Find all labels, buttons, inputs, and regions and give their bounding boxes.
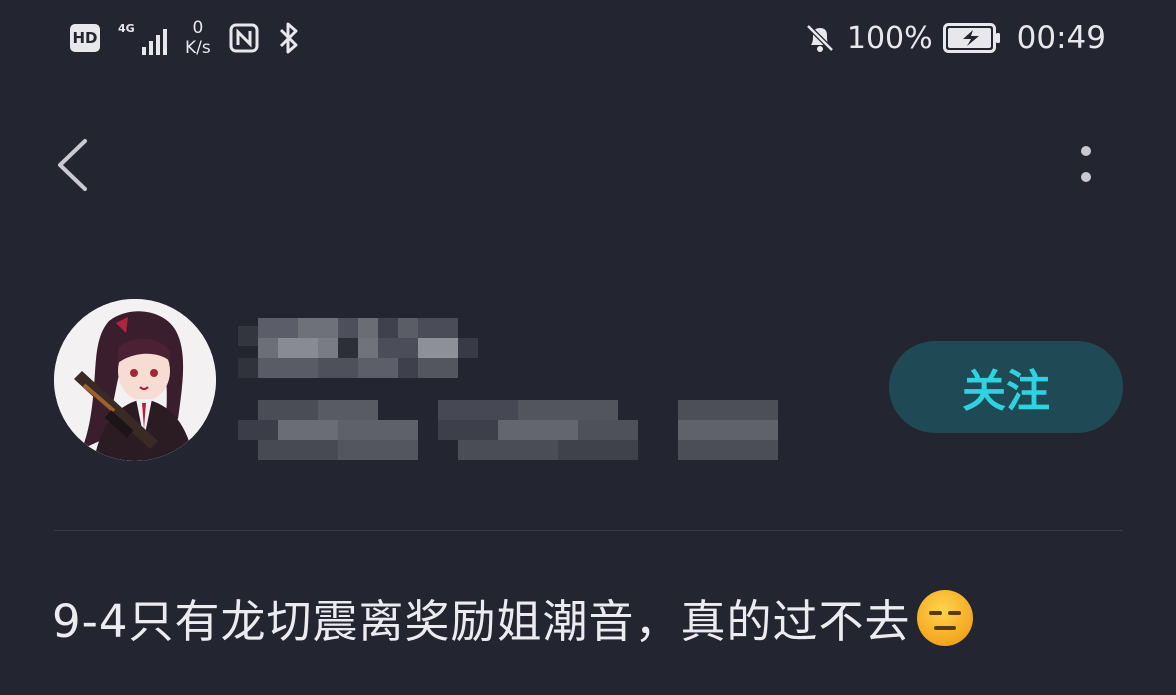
post-title-text: 9-4只有龙切震离奖励姐潮音，真的过不去 [52, 595, 911, 648]
network-speed: 0 K/s [185, 18, 211, 58]
divider [54, 530, 1123, 531]
user-meta-redacted [238, 398, 798, 462]
expressionless-face-icon [916, 589, 973, 646]
battery-percent: 100% [846, 20, 933, 56]
post-title: 9-4只有龙切震离奖励姐潮音，真的过不去 [52, 585, 975, 650]
bluetooth-icon [279, 22, 298, 54]
mute-bell-icon [806, 24, 834, 52]
username-redacted [238, 318, 488, 382]
avatar-image [54, 299, 216, 461]
battery-charging-icon [942, 23, 1000, 53]
network-speed-unit: K/s [185, 38, 211, 58]
status-bar-right: 100% 00:49 [803, 14, 1106, 62]
nfc-icon [229, 23, 259, 53]
hd-icon: HD [70, 24, 100, 52]
follow-button[interactable]: 关注 [889, 341, 1123, 433]
avatar[interactable] [54, 299, 216, 461]
network-speed-value: 0 [192, 18, 204, 38]
chevron-left-icon[interactable] [52, 135, 92, 195]
status-bar-left: HD 4G 0 K/s [70, 14, 301, 62]
clock: 00:49 [1016, 20, 1106, 56]
more-vertical-icon[interactable] [1072, 140, 1100, 190]
signal-icon: 4G [118, 21, 167, 55]
network-type-label: 4G [118, 22, 135, 35]
status-bar: HD 4G 0 K/s 100% 00:49 [0, 0, 1176, 78]
